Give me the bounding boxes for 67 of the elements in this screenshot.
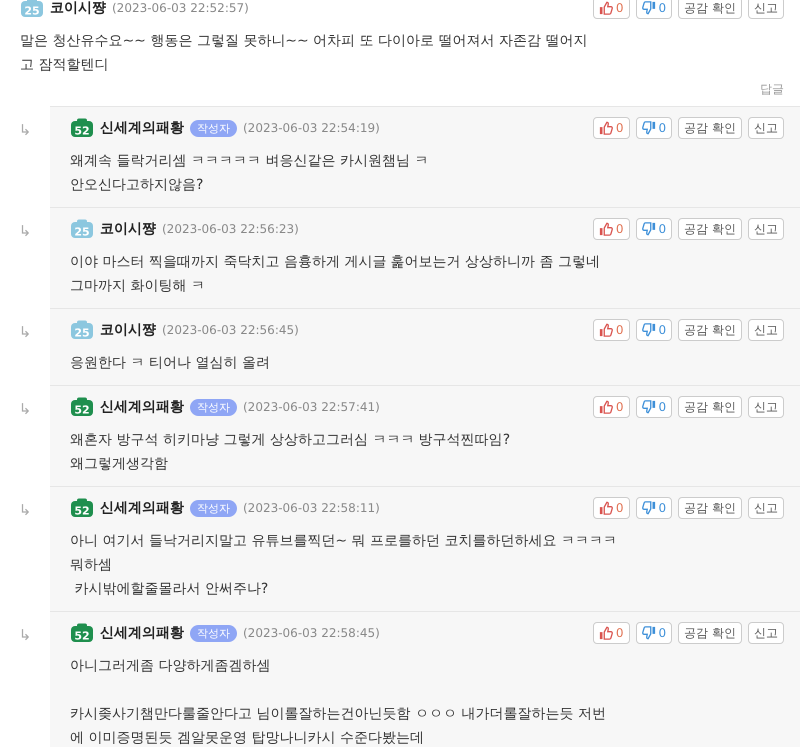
author-name[interactable]: 코이시쨩 [50, 0, 106, 17]
thumbs-up-icon [598, 626, 613, 640]
empathy-check-button[interactable]: 공감 확인 [678, 218, 742, 240]
comment-time: (2023-06-03 22:58:45) [243, 626, 380, 640]
level-badge-icon: 52 [70, 118, 94, 138]
comment-text: 카시좆사기챔만다룰줄안다고 님이롤잘하는건아닌듯함 ㅇㅇㅇ 내가더롤잘하는듯 저번 에 이미증명된듯 겜알못운영 탑망나니카시 수준다봤는데 [70, 705, 607, 747]
reply-arrow-icon: ↳ [0, 308, 50, 342]
report-button[interactable]: 신고 [748, 218, 784, 240]
thumbs-up-icon [598, 501, 613, 515]
author-name[interactable]: 신세계의패황 [100, 119, 184, 137]
thumbs-down-icon [642, 501, 656, 515]
author-name[interactable]: 신세계의패황 [100, 499, 184, 517]
level-badge-icon: 52 [70, 498, 94, 518]
level-badge-icon: 52 [70, 623, 94, 643]
author-name[interactable]: 코이시쨩 [100, 220, 156, 238]
writer-badge: 작성자 [190, 398, 237, 416]
empathy-check-button[interactable]: 공감 확인 [678, 497, 742, 519]
reply-arrow-icon: ↳ [0, 611, 50, 645]
comment-text: 아니그러게좀 다양하게좀겜하셈 [70, 657, 272, 676]
comment-time: (2023-06-03 22:56:45) [162, 323, 299, 337]
comment-time: (2023-06-03 22:52:57) [112, 1, 249, 15]
comment-text: 이야 마스터 찍을때까지 죽닥치고 음흉하게 게시글 훑어보는거 상상하니까 좀 그렇네 그마까지 화이팅해 ㅋ [70, 253, 602, 296]
thumbs-down-icon [642, 626, 656, 640]
writer-badge: 작성자 [190, 500, 237, 516]
thumbs-up-icon [598, 121, 613, 135]
thumbs-down-icon [642, 323, 656, 337]
report-button[interactable]: 신고 [748, 117, 784, 139]
level-badge-icon: 52 [70, 397, 94, 417]
level-badge-icon: 25 [20, 0, 44, 18]
thumbs-down-icon [642, 400, 656, 414]
reply-arrow-icon: ↳ [0, 486, 50, 520]
comment-text: 응원한다 ㅋ 티어나 열심히 올려 [70, 354, 271, 373]
report-button[interactable]: 신고 [748, 319, 784, 341]
level-badge-icon: 25 [70, 219, 94, 239]
empathy-check-button[interactable]: 공감 확인 [678, 319, 742, 341]
comment-time: (2023-06-03 22:56:23) [162, 222, 299, 236]
author-name[interactable]: 코이시쨩 [100, 321, 156, 339]
comment-text: 왜계속 들락거리셈 ㅋㅋㅋㅋㅋ 벼응신같은 카시원챔님 ㅋ 안오신다고하지않음? [70, 152, 430, 195]
reply-arrow-icon: ↳ [0, 385, 50, 419]
thumbs-down-icon [642, 1, 656, 15]
comment-time: (2023-06-03 22:58:11) [243, 501, 380, 515]
comment-time: (2023-06-03 22:54:19) [243, 121, 380, 135]
thumbs-down-icon [642, 121, 656, 135]
empathy-check-button[interactable]: 공감 확인 [678, 396, 742, 418]
report-button[interactable]: 신고 [748, 497, 784, 519]
empathy-check-button[interactable]: 공감 확인 [678, 622, 742, 644]
author-name[interactable]: 신세계의패황 [100, 398, 184, 416]
reply-arrow-icon: ↳ [0, 106, 50, 140]
level-badge-icon: 25 [70, 320, 94, 340]
thumbs-up-icon [598, 323, 613, 337]
writer-badge: 작성자 [190, 624, 237, 642]
empathy-check-button[interactable]: 공감 확인 [678, 117, 742, 139]
thumbs-up-icon [598, 400, 613, 414]
author-name[interactable]: 신세계의패황 [100, 624, 184, 642]
report-button[interactable]: 신고 [748, 622, 784, 644]
comment-text: 왜혼자 방구석 히키마냥 그렇게 상상하고그러심 ㅋㅋㅋ 방구석찐따임? 왜그렇게생각함 [70, 431, 512, 474]
thumbs-down-icon [642, 222, 656, 236]
writer-badge: 작성자 [190, 120, 237, 136]
comment-time: (2023-06-03 22:57:41) [243, 400, 380, 414]
thumbs-up-icon [598, 1, 613, 15]
report-button[interactable]: 신고 [748, 396, 784, 418]
comment-text: 말은 청산유수요~~ 행동은 그렇질 못하니~~ 어차피 또 다이아로 떨어져서 자존감 떨어지 고 잠적할텐디 [20, 32, 588, 75]
comment-text: 아니 여기서 들낙거리지말고 유튜브를찍던~ 뭐 프로를하던 코치를하던하세요 ㅋㅋㅋㅋ 뭐하셈 카시밖에할줄몰라서 안써주나? [70, 532, 618, 599]
report-button[interactable]: 신고 [748, 0, 784, 19]
empathy-check-button[interactable]: 공감 확인 [678, 0, 742, 19]
thumbs-up-icon [598, 222, 613, 236]
reply-arrow-icon: ↳ [0, 207, 50, 241]
